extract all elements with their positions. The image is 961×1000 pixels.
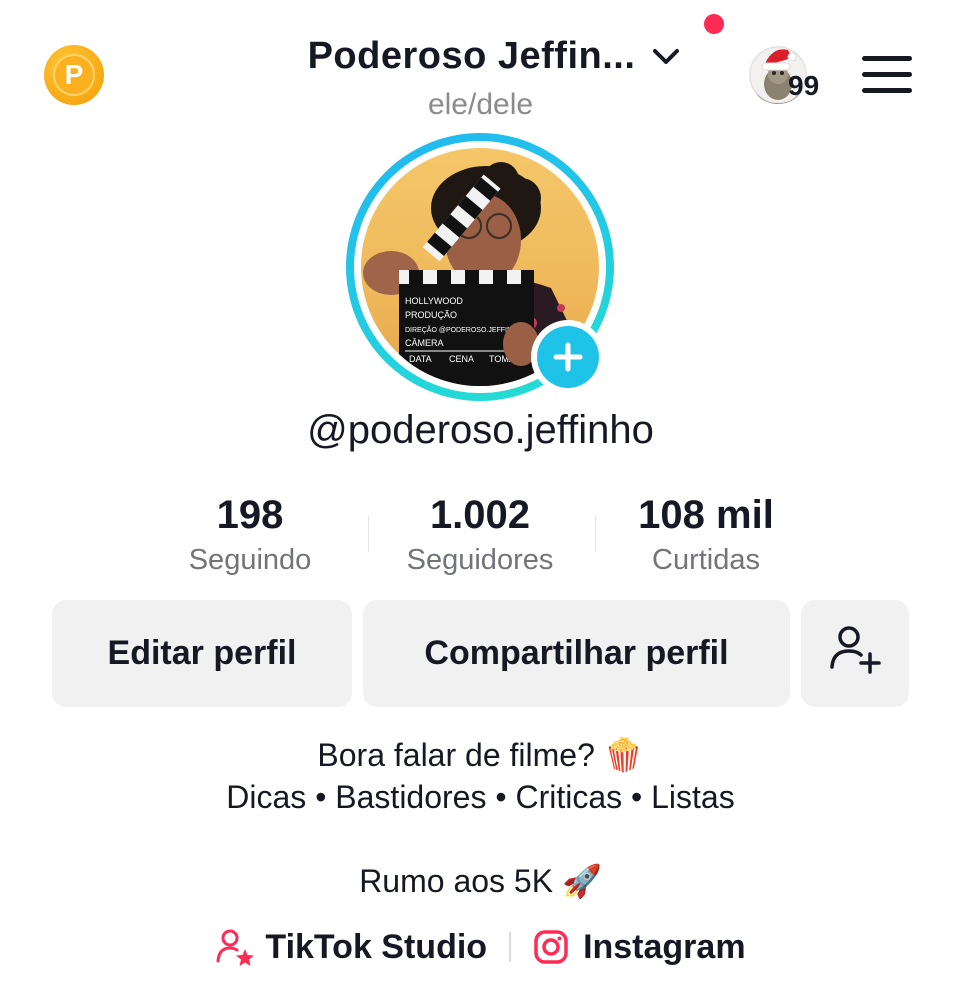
clapper-text-4: CÂMERA	[405, 338, 444, 348]
tiktok-studio-link[interactable]: TikTok Studio	[215, 927, 487, 967]
story-count: 99	[788, 70, 820, 101]
stat-divider	[368, 516, 369, 552]
bio-line-1: Bora falar de filme? 🍿	[317, 737, 644, 773]
stat-likes[interactable]: 108 mil Curtidas	[596, 492, 816, 577]
plus-icon	[537, 326, 599, 388]
clapper-text-5: DATA	[409, 354, 432, 364]
profile-links: TikTok Studio Instagram	[0, 922, 961, 972]
clapper-text-1: HOLLYWOOD	[405, 296, 463, 306]
tiktok-studio-label: TikTok Studio	[265, 927, 488, 966]
stat-likes-label: Curtidas	[652, 544, 760, 576]
stat-followers-value: 1.002	[429, 493, 531, 537]
add-avatar-button[interactable]	[531, 320, 605, 394]
edit-profile-button[interactable]: Editar perfil	[52, 600, 352, 707]
notification-dot	[704, 14, 724, 34]
menu-icon[interactable]	[862, 56, 912, 94]
clapper-text-6: CENA	[449, 354, 474, 364]
clapper-text-2: PRODUÇÃO	[405, 310, 457, 320]
bio-line-3: Rumo aos 5K 🚀	[359, 863, 602, 899]
stat-following[interactable]: 198 Seguindo	[140, 492, 360, 577]
page-title: Poderoso Jeffin...	[307, 34, 636, 77]
instagram-icon	[533, 929, 569, 965]
santa-hat-icon	[758, 44, 798, 72]
link-divider	[509, 932, 512, 962]
person-add-icon	[827, 621, 883, 686]
username: @poderoso.jeffinho	[307, 408, 654, 452]
instagram-link[interactable]: Instagram	[533, 928, 746, 967]
stat-followers-label: Seguidores	[406, 544, 554, 576]
bio-line-2: Dicas • Bastidores • Criticas • Listas	[226, 779, 735, 815]
stat-likes-value: 108 mil	[638, 493, 774, 537]
stat-following-value: 198	[216, 493, 284, 537]
share-profile-button[interactable]: Compartilhar perfil	[363, 600, 790, 707]
stat-following-label: Seguindo	[188, 544, 312, 576]
profile-stats: 198 Seguindo 1.002 Seguidores 108 mil Cu…	[140, 492, 820, 582]
stat-followers[interactable]: 1.002 Seguidores	[370, 492, 590, 577]
clapper-text-3: DIREÇÃO @PODEROSO.JEFFINHO	[405, 325, 523, 334]
creator-star-icon	[215, 927, 255, 967]
chevron-down-icon	[649, 39, 683, 73]
add-friends-button[interactable]	[801, 600, 909, 707]
instagram-label: Instagram	[583, 927, 746, 966]
